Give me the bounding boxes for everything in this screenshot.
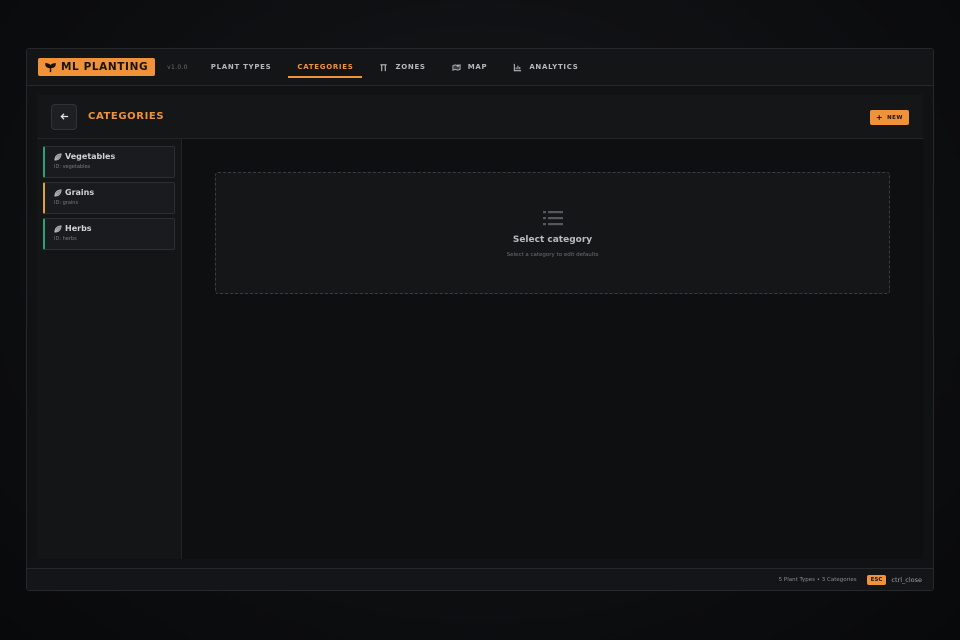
category-name: Vegetables bbox=[54, 152, 165, 161]
category-name-text: Herbs bbox=[65, 224, 92, 233]
nav-label: ZONES bbox=[395, 63, 426, 71]
nav-zones[interactable]: ZONES bbox=[370, 60, 434, 74]
plant-icon bbox=[45, 62, 56, 72]
category-name-text: Grains bbox=[65, 188, 95, 197]
arrow-left-icon bbox=[59, 113, 68, 120]
nav-label: MAP bbox=[467, 63, 488, 71]
category-item-grains[interactable]: Grains ID: grains bbox=[43, 182, 175, 214]
empty-state-subtitle: Select a category to edit defaults bbox=[506, 251, 599, 258]
content-header: CATEGORIES + NEW bbox=[37, 95, 923, 139]
category-id: ID: grains bbox=[54, 200, 79, 206]
app-logo[interactable]: ML PLANTING bbox=[38, 58, 156, 76]
content-panel: CATEGORIES + NEW Vegetables ID: vegetabl… bbox=[37, 95, 923, 559]
category-list: Vegetables ID: vegetables Grains ID: gra… bbox=[37, 139, 182, 559]
nav-categories[interactable]: CATEGORIES bbox=[288, 60, 363, 78]
new-button-label: NEW bbox=[887, 114, 903, 121]
nav-label: PLANT TYPES bbox=[210, 63, 272, 71]
leaf-icon bbox=[54, 224, 62, 233]
category-item-vegetables[interactable]: Vegetables ID: vegetables bbox=[43, 146, 175, 178]
back-button[interactable] bbox=[51, 103, 77, 130]
empty-state: Select category Select a category to edi… bbox=[215, 172, 890, 294]
zone-icon bbox=[380, 63, 388, 71]
nav-label: CATEGORIES bbox=[297, 63, 354, 71]
list-icon bbox=[542, 210, 563, 225]
leaf-icon bbox=[54, 152, 62, 161]
category-name: Herbs bbox=[54, 224, 165, 233]
esc-key-label: ctrl_close bbox=[891, 575, 922, 584]
top-bar: ML PLANTING v1.0.0 PLANT TYPES CATEGORIE… bbox=[27, 49, 933, 86]
category-name-text: Vegetables bbox=[65, 152, 116, 161]
category-id: ID: herbs bbox=[54, 236, 77, 242]
status-bar: 5 Plant Types • 3 Categories ESC ctrl_cl… bbox=[27, 568, 933, 590]
empty-state-title: Select category bbox=[512, 234, 593, 245]
nav-map[interactable]: MAP bbox=[443, 60, 497, 74]
map-icon bbox=[452, 63, 461, 71]
page-title: CATEGORIES bbox=[88, 111, 165, 122]
app-version: v1.0.0 bbox=[167, 63, 188, 71]
category-item-herbs[interactable]: Herbs ID: herbs bbox=[43, 218, 175, 250]
status-info: 5 Plant Types • 3 Categories bbox=[778, 576, 857, 583]
app-window: ML PLANTING v1.0.0 PLANT TYPES CATEGORIE… bbox=[26, 48, 934, 591]
main-nav: PLANT TYPES CATEGORIES ZONES MAP ANALYTI… bbox=[202, 60, 596, 78]
esc-key-badge[interactable]: ESC bbox=[866, 574, 887, 585]
category-name: Grains bbox=[54, 188, 165, 197]
detail-panel: Select category Select a category to edi… bbox=[182, 139, 923, 559]
plus-icon: + bbox=[875, 112, 884, 122]
nav-analytics[interactable]: ANALYTICS bbox=[504, 60, 587, 74]
nav-label: ANALYTICS bbox=[529, 63, 579, 71]
leaf-icon bbox=[54, 188, 62, 197]
nav-plant-types[interactable]: PLANT TYPES bbox=[202, 60, 281, 74]
category-id: ID: vegetables bbox=[54, 164, 91, 170]
chart-icon bbox=[514, 63, 522, 71]
new-category-button[interactable]: + NEW bbox=[869, 110, 909, 125]
content-body: Vegetables ID: vegetables Grains ID: gra… bbox=[37, 139, 923, 559]
logo-text: ML PLANTING bbox=[61, 61, 149, 73]
